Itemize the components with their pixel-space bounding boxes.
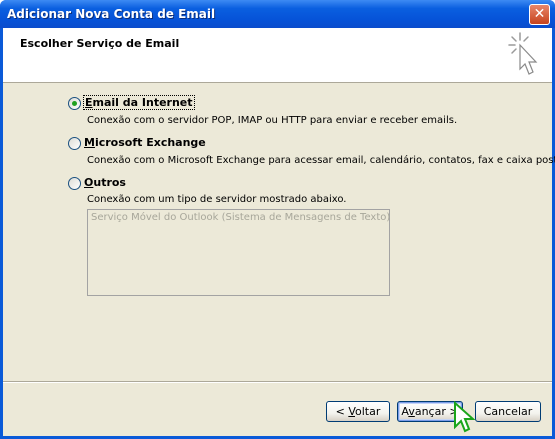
option-description-email-internet: Conexão com o servidor POP, IMAP ou HTTP…: [87, 115, 458, 126]
option-description-outros: Conexão com um tipo de servidor mostrado…: [87, 194, 347, 205]
server-type-list: Serviço Móvel do Outlook (Sistema de Men…: [87, 209, 390, 296]
mouse-pointer-icon: [454, 401, 475, 433]
dialog-window: Adicionar Nova Conta de Email ✕ Escolher…: [0, 0, 555, 439]
cancel-button[interactable]: Cancelar: [475, 401, 541, 422]
radio-email-internet[interactable]: [68, 97, 81, 110]
radio-microsoft-exchange[interactable]: [68, 137, 81, 150]
window-title: Adicionar Nova Conta de Email: [7, 7, 216, 21]
list-item: Serviço Móvel do Outlook (Sistema de Men…: [91, 212, 391, 223]
radio-selected-dot: [72, 101, 77, 106]
close-button[interactable]: ✕: [529, 4, 550, 25]
wizard-sparkle-cursor-icon: [508, 32, 538, 75]
wizard-header: Escolher Serviço de Email: [3, 28, 552, 83]
radio-outros[interactable]: [68, 177, 81, 190]
option-label-outros[interactable]: Outros: [84, 176, 126, 189]
close-icon: ✕: [533, 6, 546, 22]
option-label-microsoft-exchange[interactable]: Microsoft Exchange: [84, 136, 206, 149]
page-title: Escolher Serviço de Email: [20, 37, 180, 50]
option-label-email-internet[interactable]: Email da Internet: [83, 95, 195, 110]
footer-divider: [3, 381, 552, 383]
option-description-microsoft-exchange: Conexão com o Microsoft Exchange para ac…: [87, 155, 555, 166]
back-button[interactable]: < Voltar: [326, 401, 390, 422]
dialog-body: Escolher Serviço de Email Email da Inter…: [3, 28, 555, 436]
title-bar[interactable]: Adicionar Nova Conta de Email ✕: [0, 0, 555, 28]
